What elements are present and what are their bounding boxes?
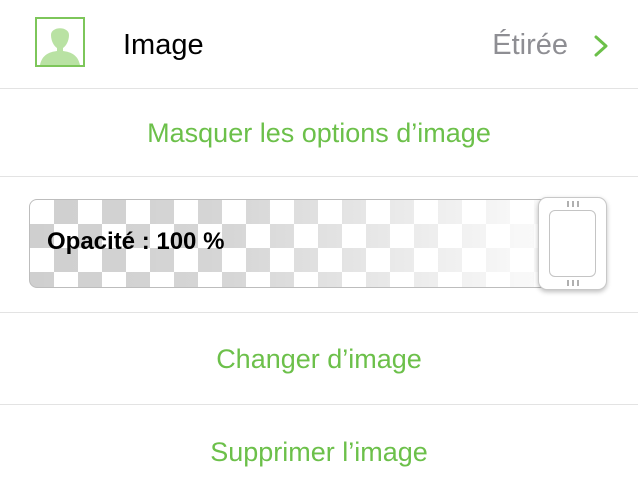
separator [0,312,638,313]
hide-image-options-label: Masquer les options d’image [147,118,491,148]
separator [0,88,638,89]
separator [0,176,638,177]
hide-image-options-button[interactable]: Masquer les options d’image [0,90,638,177]
change-image-label: Changer d’image [216,344,422,374]
opacity-slider-row: Opacité : 100 % [0,178,638,313]
grip-top-icon [567,201,580,207]
delete-image-label: Supprimer l’image [210,437,428,467]
opacity-slider-handle[interactable] [538,197,607,290]
opacity-handle-inner [549,210,596,277]
grip-bottom-icon [567,280,580,286]
chevron-right-icon [594,35,608,57]
change-image-button[interactable]: Changer d’image [0,314,638,404]
image-options-panel: Image Étirée Masquer les options d’image… [0,0,638,495]
person-silhouette-icon [37,19,83,65]
image-row-title: Image [123,29,204,61]
opacity-label: Opacité : 100 % [47,228,225,255]
image-row[interactable]: Image Étirée [0,0,638,89]
image-mode-value: Étirée [492,29,568,61]
delete-image-button[interactable]: Supprimer l’image [0,405,638,495]
image-thumbnail [35,17,85,67]
